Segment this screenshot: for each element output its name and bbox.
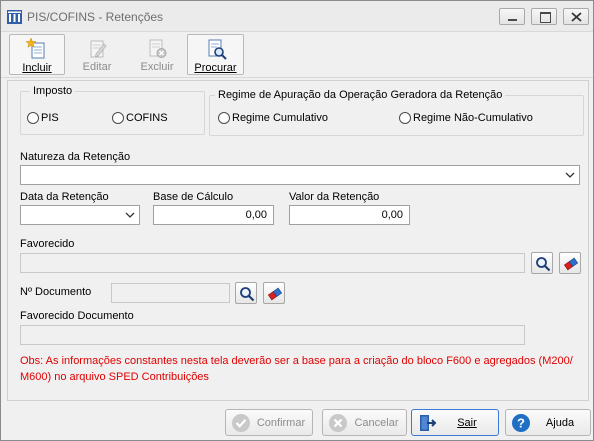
- app-building-icon: [7, 10, 22, 24]
- regime-group: Regime de Apuração da Operação Geradora …: [209, 89, 584, 136]
- confirmar-label: Confirmar: [256, 417, 306, 429]
- documento-input[interactable]: [111, 283, 230, 303]
- radio-regime-cumulativo-label: Regime Cumulativo: [232, 112, 328, 124]
- radio-cofins[interactable]: COFINS: [112, 112, 168, 124]
- eraser-icon: [267, 287, 283, 301]
- cancelar-button[interactable]: Cancelar: [322, 409, 407, 436]
- search-icon: [536, 257, 551, 272]
- valor-input[interactable]: 0,00: [289, 205, 410, 225]
- natureza-label: Natureza da Retenção: [20, 151, 131, 163]
- window: PIS/COFINS - Retenções Incluir Editar Ex…: [0, 0, 594, 441]
- data-label: Data da Retenção: [20, 191, 109, 203]
- base-input[interactable]: 0,00: [153, 205, 274, 225]
- excluir-label: Excluir: [140, 61, 174, 73]
- documento-search-button[interactable]: [235, 282, 257, 304]
- radio-pis[interactable]: PIS: [27, 112, 59, 124]
- editar-button[interactable]: Editar: [69, 34, 125, 75]
- chevron-down-icon: [565, 172, 575, 178]
- radio-pis-circle[interactable]: [27, 112, 39, 124]
- radio-regime-cumulativo-circle[interactable]: [218, 112, 230, 124]
- incluir-button[interactable]: Incluir: [9, 34, 65, 75]
- favorecido-documento-label: Favorecido Documento: [20, 310, 134, 322]
- maximize-button[interactable]: [531, 8, 557, 25]
- excluir-button[interactable]: Excluir: [129, 34, 185, 75]
- delete-document-icon: [149, 39, 167, 58]
- close-icon: [571, 12, 582, 22]
- valor-label: Valor da Retenção: [289, 191, 380, 203]
- new-document-star-icon: [26, 38, 45, 59]
- data-select[interactable]: [20, 205, 140, 225]
- sair-label: Sair: [457, 417, 477, 429]
- ajuda-button[interactable]: ? Ajuda: [505, 409, 591, 436]
- valor-value: 0,00: [381, 209, 403, 221]
- obs-note: Obs: As informações constantes nesta tel…: [20, 355, 573, 383]
- radio-regime-nao-cumulativo[interactable]: Regime Não-Cumulativo: [399, 112, 533, 124]
- favorecido-input[interactable]: [20, 253, 525, 273]
- confirmar-button[interactable]: Confirmar: [225, 409, 313, 436]
- radio-cofins-label: COFINS: [126, 112, 168, 124]
- procurar-label: Procurar: [194, 62, 237, 74]
- radio-regime-nao-cumulativo-circle[interactable]: [399, 112, 411, 124]
- favorecido-label: Favorecido: [20, 238, 75, 250]
- edit-document-icon: [90, 40, 107, 58]
- documento-clear-button[interactable]: [263, 282, 285, 304]
- search-document-icon: [208, 39, 227, 60]
- search-icon: [240, 287, 255, 302]
- radio-regime-cumulativo[interactable]: Regime Cumulativo: [218, 112, 328, 124]
- ajuda-label: Ajuda: [545, 417, 575, 429]
- base-label: Base de Cálculo: [153, 191, 234, 203]
- favorecido-search-button[interactable]: [531, 252, 553, 274]
- toolbar: Incluir Editar Excluir Procurar: [1, 32, 593, 78]
- natureza-select[interactable]: [20, 165, 580, 185]
- favorecido-clear-button[interactable]: [559, 252, 581, 274]
- editar-label: Editar: [82, 61, 112, 73]
- cancelar-label: Cancelar: [354, 417, 399, 429]
- imposto-title: Imposto: [30, 85, 76, 97]
- imposto-group: Imposto PIS COFINS: [20, 85, 205, 135]
- favorecido-documento-input[interactable]: [20, 325, 525, 345]
- form-panel: Imposto PIS COFINS Regime de Apuração da…: [7, 80, 589, 401]
- close-button[interactable]: [563, 8, 589, 25]
- documento-label: Nº Documento: [20, 286, 92, 298]
- sair-button[interactable]: Sair: [411, 409, 499, 436]
- radio-pis-label: PIS: [41, 112, 59, 124]
- minimize-button[interactable]: [499, 8, 525, 25]
- incluir-label: Incluir: [22, 62, 52, 74]
- window-title: PIS/COFINS - Retenções: [27, 10, 164, 24]
- title-bar: PIS/COFINS - Retenções: [1, 1, 593, 32]
- base-value: 0,00: [245, 209, 267, 221]
- radio-regime-nao-cumulativo-label: Regime Não-Cumulativo: [413, 112, 533, 124]
- eraser-icon: [563, 257, 579, 271]
- regime-title: Regime de Apuração da Operação Geradora …: [215, 89, 506, 101]
- chevron-down-icon: [125, 212, 135, 218]
- procurar-button[interactable]: Procurar: [187, 34, 244, 75]
- radio-cofins-circle[interactable]: [112, 112, 124, 124]
